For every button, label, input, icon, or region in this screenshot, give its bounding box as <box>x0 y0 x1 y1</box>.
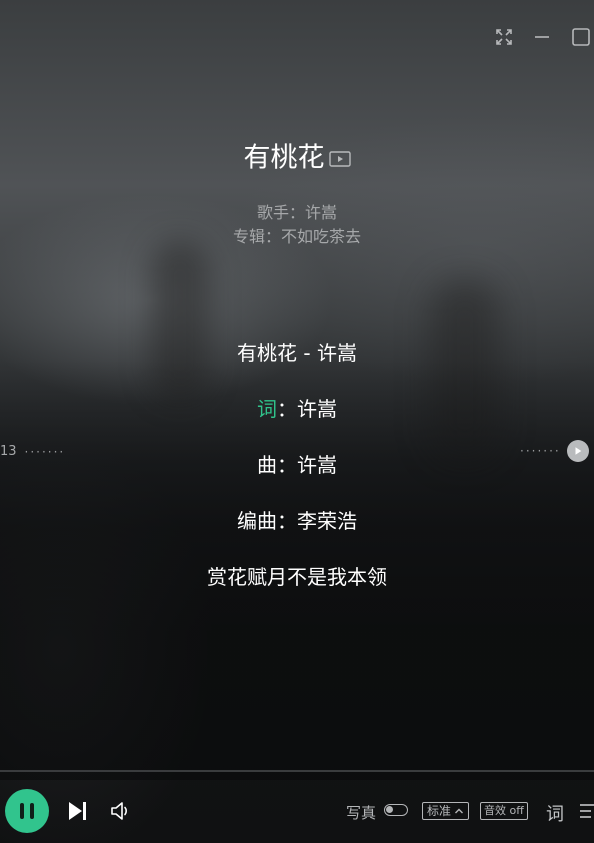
lyric-line: 赏花赋月不是我本领 <box>207 565 387 589</box>
maximize-button[interactable] <box>571 27 591 47</box>
seek-dots: ······· <box>24 444 66 459</box>
lyric-line: 曲：许嵩 <box>257 453 337 477</box>
lyric-line-current: 词：许嵩 <box>0 395 594 423</box>
seek-time: 13 <box>0 444 17 459</box>
seek-play-icon[interactable] <box>566 440 589 462</box>
sound-effect-button[interactable]: 音效 off <box>480 802 528 820</box>
lyric-highlight: 词 <box>257 397 277 421</box>
seek-dots: ······· <box>520 444 561 458</box>
lyric-line: 编曲：李荣浩 <box>237 509 357 533</box>
next-track-button[interactable] <box>66 800 88 822</box>
chevron-up-icon <box>455 808 464 814</box>
seek-time-indicator: 13 ······· <box>0 444 65 459</box>
song-title-row: 有桃花 <box>0 140 594 177</box>
quality-button[interactable]: 标准 <box>422 802 470 820</box>
photo-mode-toggle[interactable] <box>384 804 408 816</box>
fullscreen-button[interactable] <box>494 27 514 47</box>
quality-label: 标准 <box>427 804 452 818</box>
photo-mode-label: 写真 <box>346 804 377 822</box>
song-artist[interactable]: 歌手：许嵩 <box>0 199 594 223</box>
volume-icon <box>111 802 127 820</box>
song-title: 有桃花 <box>243 142 325 174</box>
fullscreen-icon <box>496 29 512 45</box>
next-track-icon <box>69 802 86 820</box>
mv-play-icon[interactable] <box>328 150 351 167</box>
playlist-icon <box>580 804 594 818</box>
lyric-toggle-button[interactable]: 词 <box>546 800 564 826</box>
pause-button[interactable] <box>5 789 49 833</box>
song-album[interactable]: 专辑：不如吃茶去 <box>0 223 594 247</box>
lyric-line: 有桃花 - 许嵩 <box>237 341 357 365</box>
progress-bar[interactable] <box>0 770 594 772</box>
minimize-button[interactable] <box>532 27 552 47</box>
maximize-icon <box>572 28 590 46</box>
volume-button[interactable] <box>110 800 132 822</box>
minimize-icon <box>535 36 549 38</box>
pause-icon <box>17 803 37 819</box>
lyric-rest: ：许嵩 <box>277 397 337 421</box>
seek-jump: ······· <box>520 440 589 462</box>
playlist-button[interactable] <box>578 802 594 820</box>
